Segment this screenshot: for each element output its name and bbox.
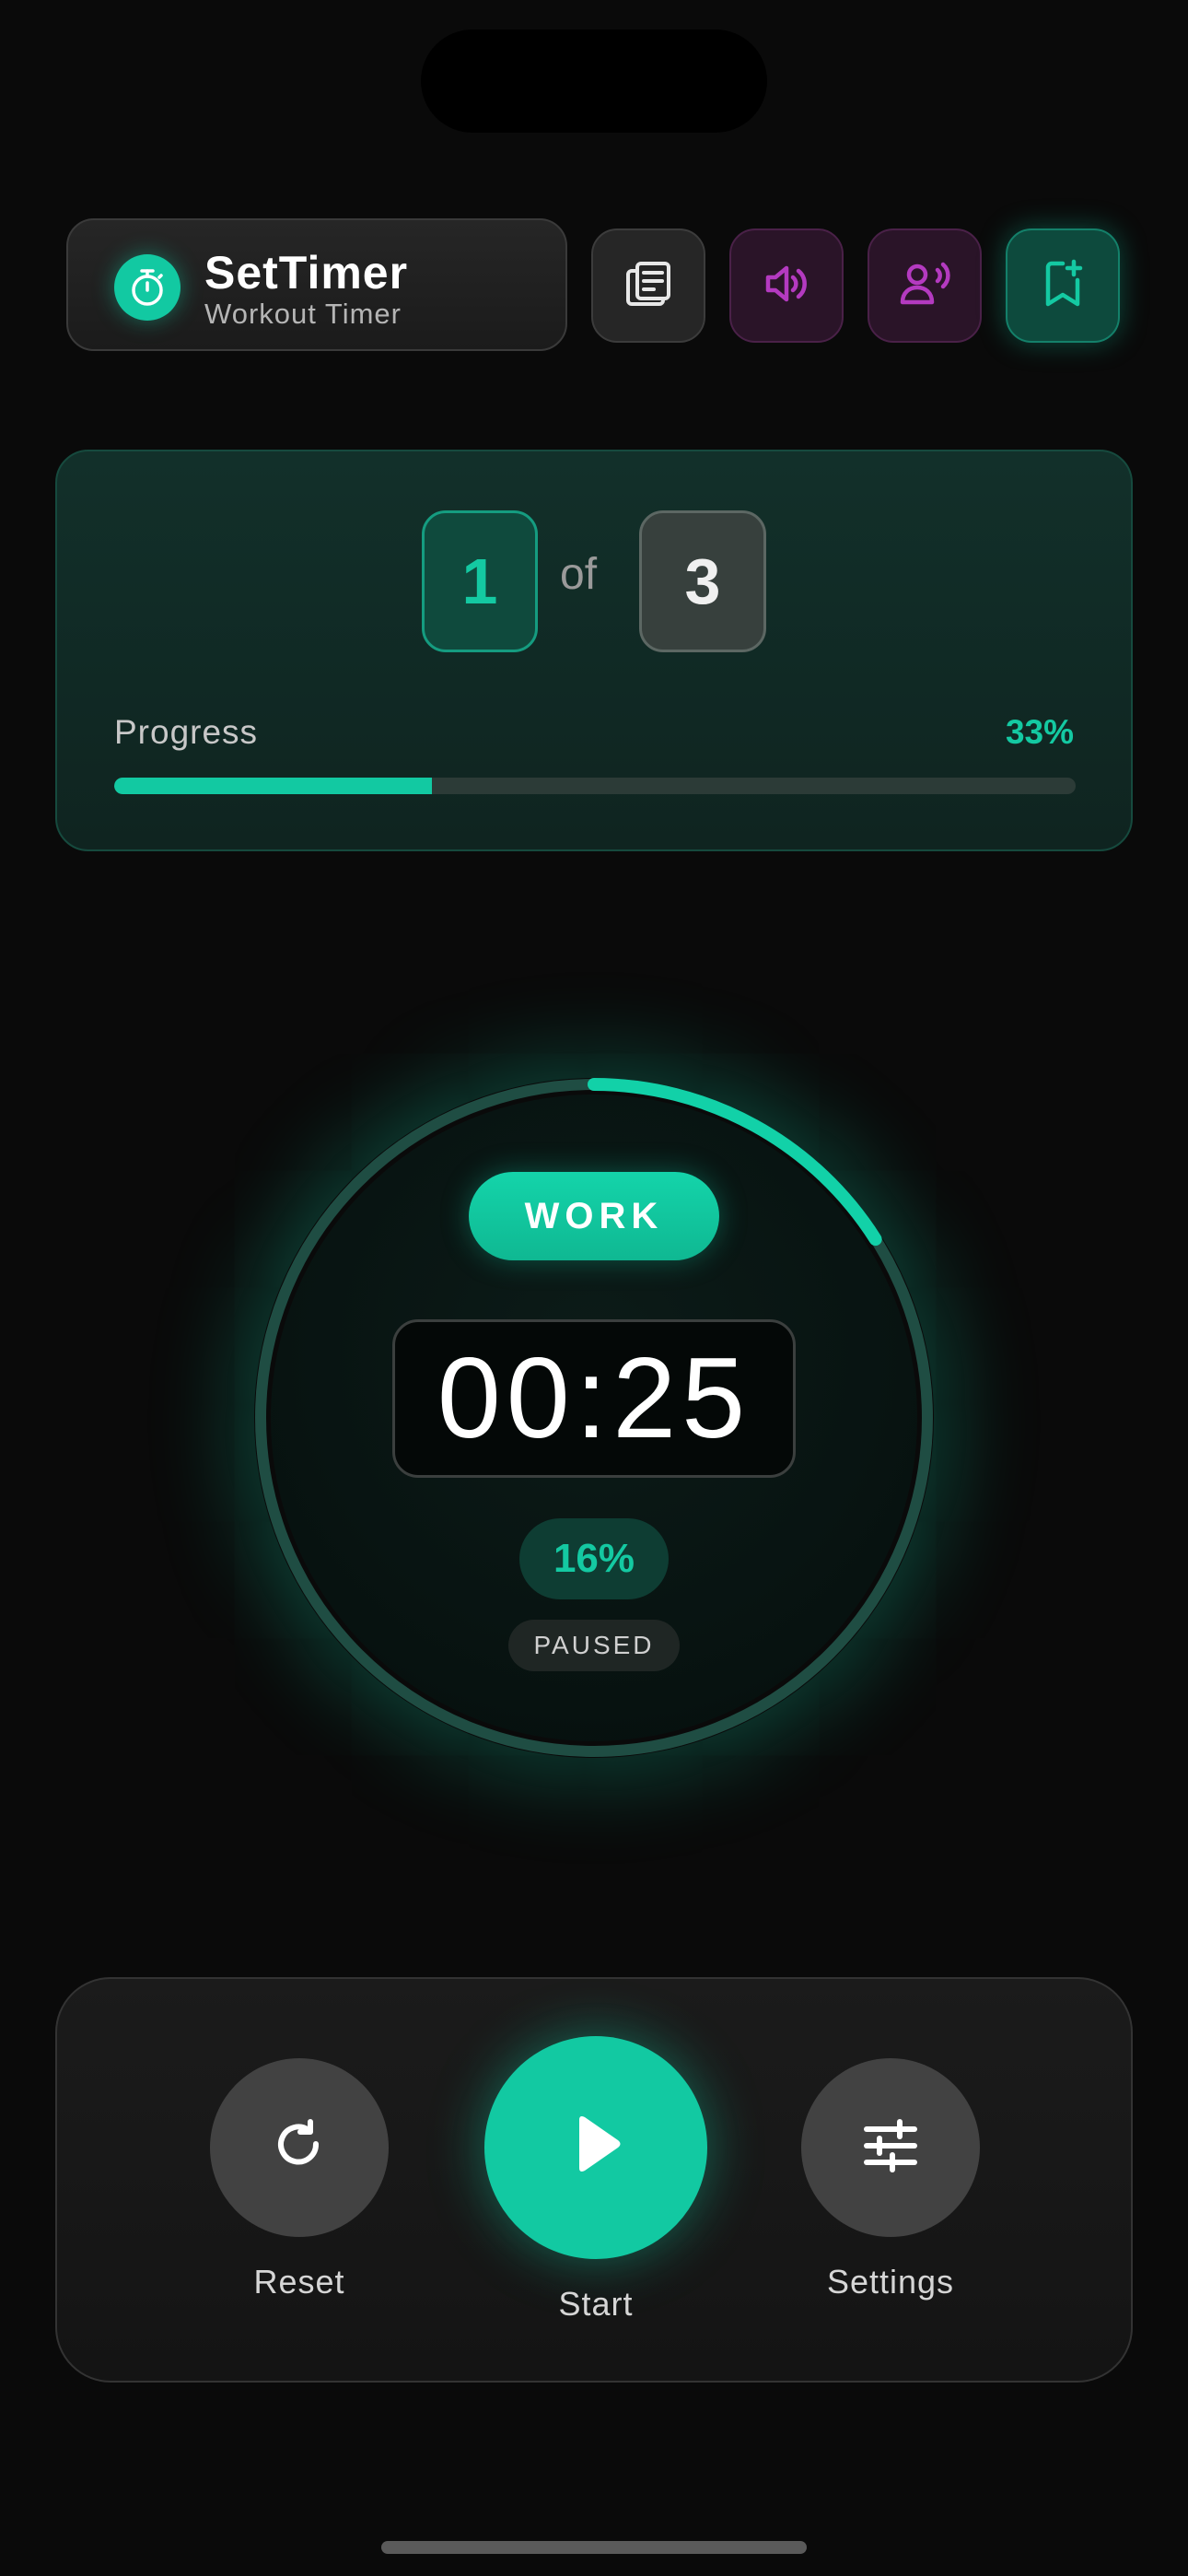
bookmark-add-icon xyxy=(1037,258,1089,314)
total-sets: 3 xyxy=(639,510,766,652)
reset-button[interactable] xyxy=(210,2058,389,2237)
progress-label: Progress xyxy=(114,713,259,751)
voice-button[interactable] xyxy=(868,228,982,343)
settings-label: Settings xyxy=(826,2263,955,2301)
save-preset-button[interactable] xyxy=(1006,228,1120,343)
brand-card: SetTimer Workout Timer xyxy=(66,218,567,351)
reset-icon xyxy=(270,2116,329,2180)
current-set: 1 xyxy=(422,510,538,652)
speaker-icon xyxy=(761,258,812,314)
progress-bar-fill xyxy=(114,778,432,794)
sets-progress-card: 1 of 3 Progress 33% xyxy=(55,450,1133,851)
controls-panel: Reset Start Settings xyxy=(55,1977,1133,2383)
stopwatch-icon xyxy=(114,254,181,321)
sound-button[interactable] xyxy=(729,228,844,343)
notes-icon xyxy=(623,258,674,314)
start-button[interactable] xyxy=(484,2036,707,2259)
phase-badge: WORK xyxy=(469,1172,719,1260)
reset-label: Reset xyxy=(253,2263,345,2301)
voice-icon xyxy=(897,258,952,314)
progress-value: 33% xyxy=(1005,713,1074,751)
time-display: 00:25 xyxy=(392,1319,796,1478)
play-icon xyxy=(566,2113,625,2184)
app-subtitle: Workout Timer xyxy=(204,298,402,330)
dynamic-island xyxy=(421,29,767,133)
timer-ring: WORK 00:25 16% PAUSED xyxy=(254,1078,934,1758)
progress-bar xyxy=(114,778,1076,794)
interval-percent-badge: 16% xyxy=(519,1518,669,1599)
set-separator: of xyxy=(560,550,598,599)
app-name: SetTimer xyxy=(204,247,409,299)
notes-button[interactable] xyxy=(591,228,705,343)
settings-button[interactable] xyxy=(801,2058,980,2237)
sliders-icon xyxy=(861,2116,920,2180)
timer-state-badge: PAUSED xyxy=(508,1620,680,1671)
home-indicator xyxy=(381,2541,807,2554)
time-remaining: 00:25 xyxy=(437,1335,751,1462)
start-label: Start xyxy=(558,2285,634,2323)
